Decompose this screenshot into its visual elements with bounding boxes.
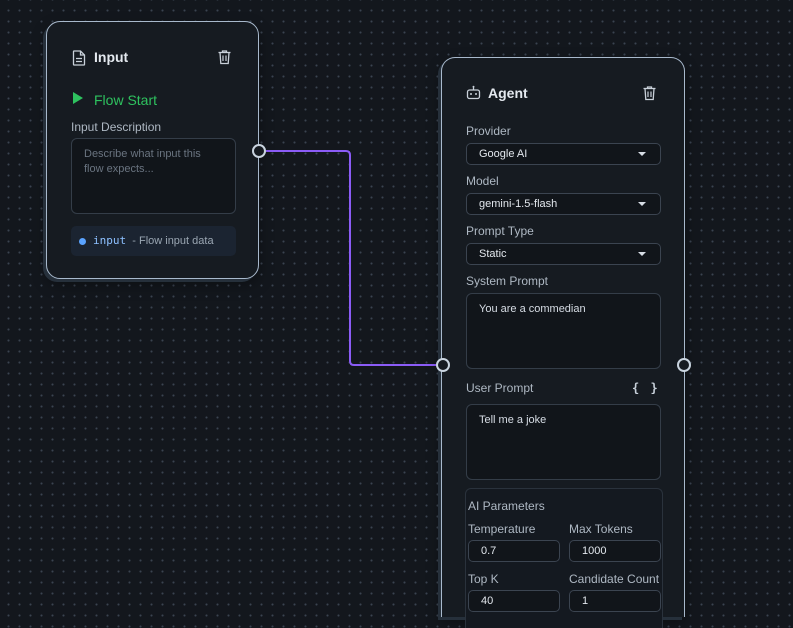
document-icon	[72, 50, 86, 66]
io-name: input	[93, 234, 127, 247]
candidate-count-input[interactable]: 1	[569, 590, 661, 612]
agent-output-handle[interactable]	[677, 358, 691, 372]
input-description-field[interactable]: Describe what input this flow expects...	[71, 138, 236, 214]
system-prompt-label: System Prompt	[466, 274, 549, 288]
user-prompt-field[interactable]: Tell me a joke	[466, 404, 661, 480]
io-dot	[79, 237, 86, 245]
candidate-count-label: Candidate Count	[569, 572, 660, 586]
provider-label: Provider	[466, 124, 511, 138]
agent-input-handle[interactable]	[436, 358, 450, 372]
model-label: Model	[466, 174, 499, 188]
max-tokens-label: Max Tokens	[569, 522, 633, 536]
prompt-type-value: Static	[479, 248, 507, 260]
temperature-label: Temperature	[468, 522, 536, 536]
model-value: gemini-1.5-flash	[479, 198, 558, 210]
top-k-input[interactable]: 40	[468, 590, 560, 612]
input-io-badge: input - Flow input data	[71, 226, 236, 256]
system-prompt-field[interactable]: You are a commedian	[466, 293, 661, 369]
chevron-down-icon	[638, 252, 646, 256]
provider-select[interactable]: Google AI	[466, 143, 661, 165]
trash-icon[interactable]	[217, 49, 232, 65]
robot-icon	[466, 85, 481, 100]
user-prompt-label: User Prompt	[466, 381, 534, 395]
prompt-type-select[interactable]: Static	[466, 243, 661, 265]
play-icon	[73, 92, 83, 104]
ai-parameters-panel: AI Parameters Temperature 0.7 Max Tokens…	[465, 488, 663, 628]
input-node[interactable]: Input Flow Start Input Description Descr…	[46, 21, 259, 279]
ai-parameters-title: AI Parameters	[468, 499, 545, 513]
model-select[interactable]: gemini-1.5-flash	[466, 193, 661, 215]
trash-icon[interactable]	[642, 85, 657, 101]
provider-value: Google AI	[479, 148, 528, 160]
agent-node-title: Agent	[488, 85, 528, 101]
max-tokens-input[interactable]: 1000	[569, 540, 661, 562]
temperature-input[interactable]: 0.7	[468, 540, 560, 562]
input-output-handle[interactable]	[252, 144, 266, 158]
chevron-down-icon	[638, 202, 646, 206]
input-description-label: Input Description	[71, 120, 162, 134]
prompt-type-label: Prompt Type	[466, 224, 534, 238]
input-node-title: Input	[94, 49, 129, 65]
template-variables-button[interactable]: { }	[632, 381, 660, 395]
agent-node[interactable]: Agent Provider Google AI Model gemini-1.…	[441, 57, 685, 628]
chevron-down-icon	[638, 152, 646, 156]
top-k-label: Top K	[468, 572, 499, 586]
flow-start-label: Flow Start	[94, 92, 158, 108]
io-description: - Flow input data	[132, 235, 214, 247]
